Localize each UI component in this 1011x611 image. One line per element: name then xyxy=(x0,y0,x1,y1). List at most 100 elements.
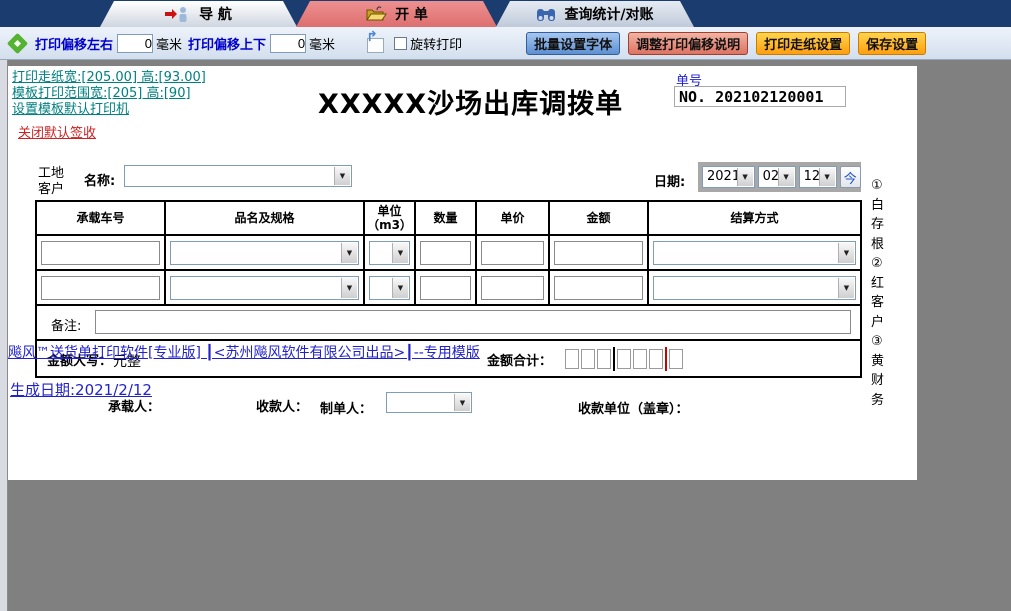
diamond-icon xyxy=(7,32,28,53)
col-header-product: 品名及规格 xyxy=(166,202,365,236)
paper-feed-settings-button[interactable]: 打印走纸设置 xyxy=(756,32,850,55)
bill-row-2: ▼ ▼ ▼ xyxy=(37,271,860,306)
vehicle-input-1[interactable] xyxy=(41,241,160,265)
remark-input[interactable] xyxy=(95,310,851,334)
date-day-combo[interactable]: 12 ▼ xyxy=(799,166,837,188)
date-year-combo[interactable]: 2021 ▼ xyxy=(702,166,755,188)
unit-price-input-1[interactable] xyxy=(481,241,544,265)
amount-input-1[interactable] xyxy=(554,241,643,265)
tab-query-stats[interactable]: 查询统计/对账 xyxy=(496,1,694,27)
date-month-combo[interactable]: 02 ▼ xyxy=(758,166,796,188)
settlement-combo-1[interactable]: ▼ xyxy=(653,241,856,265)
adjust-offset-help-button[interactable]: 调整打印偏移说明 xyxy=(628,32,748,55)
offset-ud-input[interactable] xyxy=(270,34,306,53)
bill-row-1: ▼ ▼ ▼ xyxy=(37,236,860,271)
product-combo-2[interactable]: ▼ xyxy=(170,276,359,300)
remark-band: 备注: xyxy=(37,306,860,341)
col-header-unit-price: 单价 xyxy=(477,202,550,236)
amount-divider-red xyxy=(665,347,667,371)
amount-digit-box xyxy=(617,349,631,369)
maker-label: 制单人： xyxy=(320,398,372,417)
tab-billing[interactable]: 开 单 xyxy=(296,1,497,27)
batch-font-button[interactable]: 批量设置字体 xyxy=(526,32,620,55)
maker-combo[interactable]: ▼ xyxy=(386,392,472,413)
carrier-label: 承载人： xyxy=(108,396,160,415)
today-button[interactable]: 今 xyxy=(840,166,861,188)
amount-digit-box xyxy=(581,349,595,369)
col-header-amount: 金额 xyxy=(550,202,649,236)
mm-label-1: 毫米 xyxy=(156,34,182,53)
unit-combo-1[interactable]: ▼ xyxy=(369,241,410,265)
rotate-print-label: 旋转打印 xyxy=(410,34,462,53)
nav-arrow-person-icon xyxy=(165,6,191,22)
save-settings-button[interactable]: 保存设置 xyxy=(858,32,926,55)
product-combo-1[interactable]: ▼ xyxy=(170,241,359,265)
binoculars-icon xyxy=(536,7,556,22)
print-setting-links: 打印走纸宽:[205.00] 高:[93.00] 模板打印范围宽:[205] 高… xyxy=(12,70,206,118)
amount-digit-box xyxy=(633,349,647,369)
vehicle-input-2[interactable] xyxy=(41,276,160,300)
chevron-down-icon[interactable]: ▼ xyxy=(778,168,794,186)
tab-navigation-label: 导 航 xyxy=(199,4,232,24)
col-header-vehicle: 承载车号 xyxy=(37,202,166,236)
chevron-down-icon[interactable]: ▼ xyxy=(737,168,753,186)
settlement-combo-2[interactable]: ▼ xyxy=(653,276,856,300)
rotate-print-checkbox[interactable] xyxy=(394,37,407,50)
amount-divider-black xyxy=(613,347,615,371)
close-default-sign-link[interactable]: 关闭默认签收 xyxy=(18,122,96,141)
form-paper: 打印走纸宽:[205.00] 高:[93.00] 模板打印范围宽:[205] 高… xyxy=(8,66,917,480)
toolbar: 打印偏移左右 毫米 打印偏移上下 毫米 ↱ 旋转打印 批量设置字体 调整打印偏移… xyxy=(0,27,1011,60)
order-no-field[interactable]: NO. 202102120001 xyxy=(674,86,846,107)
open-folder-icon xyxy=(365,6,387,22)
amount-digit-box xyxy=(649,349,663,369)
app-window: 导 航 开 单 查询统计/对账 xyxy=(0,0,1011,611)
offset-ud-label: 打印偏移上下 xyxy=(188,34,266,53)
chevron-down-icon[interactable]: ▼ xyxy=(819,168,835,186)
remark-label: 备注: xyxy=(51,315,81,334)
bill-header-row: 承载车号 品名及规格 单位（m3） 数量 单价 金额 结算方式 xyxy=(37,202,860,236)
customer-label: 客户 xyxy=(38,178,64,197)
amount-total-label: 金额合计： xyxy=(487,350,552,369)
chevron-down-icon[interactable]: ▼ xyxy=(392,278,408,298)
payee-label: 收款人： xyxy=(256,396,308,415)
chevron-down-icon[interactable]: ▼ xyxy=(341,278,357,298)
offset-lr-input[interactable] xyxy=(117,34,153,53)
paper-size-link[interactable]: 打印走纸宽:[205.00] 高:[93.00] xyxy=(12,70,206,86)
col-header-unit: 单位（m3） xyxy=(365,202,416,236)
payee-unit-label: 收款单位（盖章）： xyxy=(578,398,689,417)
mm-label-2: 毫米 xyxy=(309,34,335,53)
tab-navigation[interactable]: 导 航 xyxy=(100,1,297,27)
offset-lr-label: 打印偏移左右 xyxy=(35,34,113,53)
chevron-down-icon[interactable]: ▼ xyxy=(334,167,350,185)
rotate-print-icon: ↱ xyxy=(367,38,384,53)
unit-price-input-2[interactable] xyxy=(481,276,544,300)
chevron-down-icon[interactable]: ▼ xyxy=(341,243,357,263)
amount-digit-box xyxy=(669,349,683,369)
date-year-value: 2021 xyxy=(707,169,740,184)
name-label: 名称: xyxy=(84,170,115,189)
unit-combo-2[interactable]: ▼ xyxy=(369,276,410,300)
amount-input-2[interactable] xyxy=(554,276,643,300)
form-title: XXXXX沙场出库调拨单 xyxy=(318,82,623,121)
template-range-link[interactable]: 模板打印范围宽:[205] 高:[90] xyxy=(12,86,206,102)
chevron-down-icon[interactable]: ▼ xyxy=(838,243,854,263)
software-watermark: 飚风™送货单打印软件[专业版] ┃<苏州飚风软件有限公司出品>┃--专用模版 xyxy=(8,342,480,362)
customer-name-combo[interactable]: ▼ xyxy=(124,165,352,187)
chevron-down-icon[interactable]: ▼ xyxy=(454,394,470,411)
date-panel: 2021 ▼ 02 ▼ 12 ▼ 今 xyxy=(698,162,861,192)
left-edge-strip xyxy=(0,60,8,611)
chevron-down-icon[interactable]: ▼ xyxy=(838,278,854,298)
tab-query-stats-label: 查询统计/对账 xyxy=(564,4,653,24)
quantity-input-2[interactable] xyxy=(420,276,471,300)
tab-billing-label: 开 单 xyxy=(395,4,428,24)
default-printer-link[interactable]: 设置模板默认打印机 xyxy=(12,102,206,118)
tab-bar: 导 航 开 单 查询统计/对账 xyxy=(0,0,1011,27)
date-label: 日期: xyxy=(654,171,685,190)
col-header-quantity: 数量 xyxy=(416,202,477,236)
copies-vertical-note: ①白存根②红客户③黄财务 xyxy=(871,176,887,410)
chevron-down-icon[interactable]: ▼ xyxy=(392,243,408,263)
col-header-settlement: 结算方式 xyxy=(649,202,860,236)
quantity-input-1[interactable] xyxy=(420,241,471,265)
amount-total-grid xyxy=(565,347,685,371)
amount-digit-box xyxy=(597,349,611,369)
